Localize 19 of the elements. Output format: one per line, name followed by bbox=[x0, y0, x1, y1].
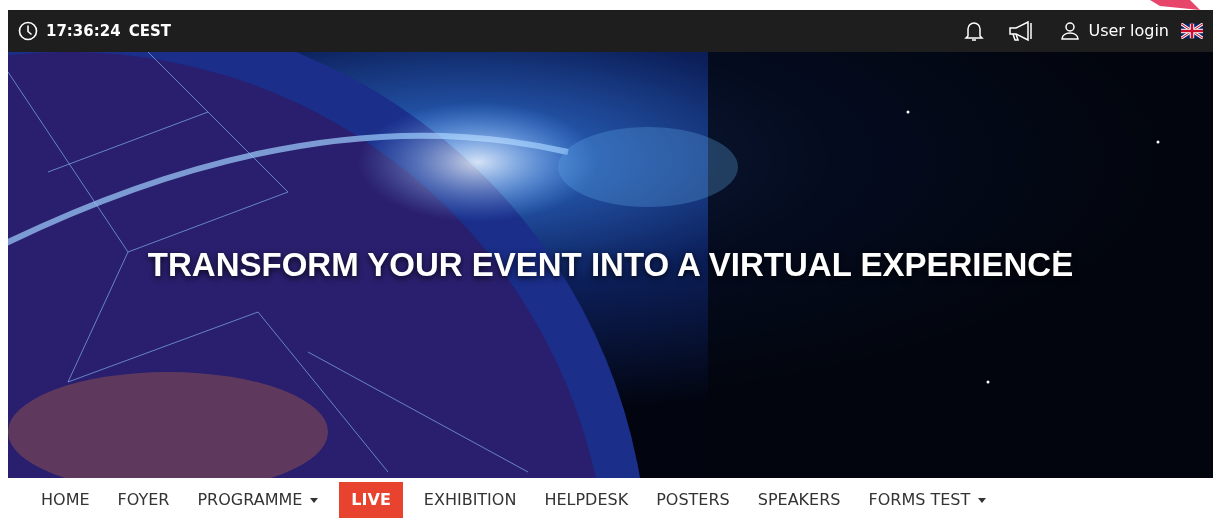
nav-item[interactable]: POSTERS bbox=[649, 482, 737, 518]
nav-item[interactable]: HELPDESK bbox=[537, 482, 636, 518]
nav-item[interactable]: FOYER bbox=[110, 482, 177, 518]
hero-headline: TRANSFORM YOUR EVENT INTO A VIRTUAL EXPERIENCE bbox=[147, 245, 1074, 286]
bell-icon[interactable] bbox=[964, 20, 985, 42]
nav-item[interactable]: PROGRAMME bbox=[190, 482, 326, 518]
nav-item[interactable]: HOME bbox=[34, 482, 97, 518]
nav-item[interactable]: SPEAKERS bbox=[750, 482, 848, 518]
nav-item[interactable]: LIVE bbox=[339, 482, 403, 518]
timezone-label: CEST bbox=[128, 20, 171, 42]
nav-item[interactable]: EXHIBITION bbox=[416, 482, 524, 518]
nav-item[interactable]: FORMS TEST bbox=[861, 482, 994, 518]
clock-time: 17:36:24 bbox=[46, 20, 121, 42]
clock-icon bbox=[18, 21, 38, 41]
user-login-link[interactable]: User login bbox=[1088, 19, 1169, 43]
uk-flag-icon[interactable] bbox=[1181, 23, 1203, 39]
megaphone-icon[interactable] bbox=[1008, 20, 1035, 42]
corner-ribbon bbox=[1150, 0, 1200, 10]
user-icon[interactable] bbox=[1060, 21, 1081, 41]
